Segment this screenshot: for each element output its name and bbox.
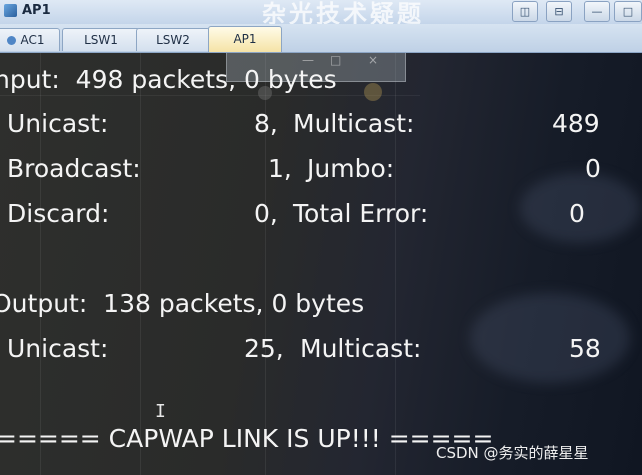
tile-icon[interactable]: ⊟ <box>546 1 572 22</box>
tab-label: AC1 <box>20 33 45 47</box>
output-multicast-value: 58 <box>569 334 601 363</box>
restore-icon[interactable]: ◫ <box>512 1 538 22</box>
tab-label: LSW1 <box>84 33 118 47</box>
tab-label: AP1 <box>233 32 257 46</box>
minimize-icon[interactable]: — <box>584 1 610 22</box>
input-multicast-label: Multicast: <box>293 109 415 138</box>
maximize-icon[interactable]: □ <box>614 1 642 22</box>
grid-line <box>0 95 420 96</box>
jumbo-value: 0 <box>585 154 601 183</box>
broadcast-value: 1, <box>268 154 292 183</box>
output-multicast-label: Multicast: <box>300 334 422 363</box>
device-icon <box>7 36 17 45</box>
bg-close-icon: × <box>368 53 379 67</box>
device-tab-bar: AC1 LSW1 LSW2 AP1 <box>0 24 642 53</box>
capwap-status-line: ===== CAPWAP LINK IS UP!!! ===== <box>0 424 494 453</box>
bg-smiley-icon <box>364 83 382 101</box>
total-error-value: 0 <box>569 199 585 228</box>
jumbo-label: Jumbo: <box>307 154 395 183</box>
app-icon <box>4 4 17 17</box>
window-title: AP1 <box>22 3 51 18</box>
discard-label: Discard: <box>7 199 110 228</box>
console-output[interactable]: — □ × nput: 498 packets, 0 bytes Unicast… <box>0 53 642 475</box>
tab-lsw1[interactable]: LSW1 <box>62 28 140 51</box>
text-cursor-icon: I <box>155 401 166 422</box>
input-header: nput: 498 packets, 0 bytes <box>0 65 337 94</box>
csdn-watermark: CSDN @务实的薛星星 <box>436 444 589 462</box>
tab-ap1[interactable]: AP1 <box>208 26 282 52</box>
output-header: Output: 138 packets, 0 bytes <box>0 289 365 318</box>
title-bar: AP1 杂光技术疑题 ◫ ⊟ — □ <box>0 0 642 28</box>
tab-label: LSW2 <box>156 33 190 47</box>
grid-line <box>140 53 141 475</box>
total-error-label: Total Error: <box>293 199 429 228</box>
input-unicast-value: 8, <box>254 109 278 138</box>
tab-lsw2[interactable]: LSW2 <box>136 28 210 51</box>
input-unicast-label: Unicast: <box>7 109 109 138</box>
broadcast-label: Broadcast: <box>7 154 141 183</box>
input-multicast-value: 489 <box>552 109 600 138</box>
discard-value: 0, <box>254 199 278 228</box>
terminal-window: AP1 杂光技术疑题 ◫ ⊟ — □ AC1 LSW1 LSW2 AP1 — □… <box>0 0 642 475</box>
output-unicast-label: Unicast: <box>7 334 109 363</box>
tab-ac1[interactable]: AC1 <box>0 28 60 51</box>
background-cloud <box>470 293 630 383</box>
output-unicast-value: 25, <box>244 334 284 363</box>
